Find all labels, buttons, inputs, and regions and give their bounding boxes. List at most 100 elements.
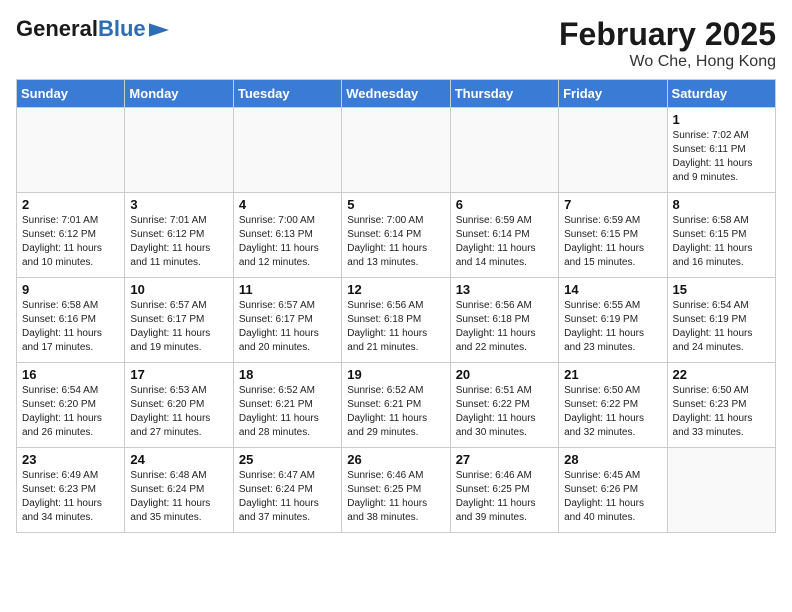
day-number: 28 [564,452,661,467]
day-info: Sunrise: 6:56 AMSunset: 6:18 PMDaylight:… [347,299,444,355]
week-row-1: 1 Sunrise: 7:02 AMSunset: 6:11 PMDaylight… [17,108,776,193]
day-number: 25 [239,452,336,467]
calendar-cell: 7 Sunrise: 6:59 AMSunset: 6:15 PMDaylight… [559,193,667,278]
weekday-header-wednesday: Wednesday [342,80,450,108]
calendar-cell: 9 Sunrise: 6:58 AMSunset: 6:16 PMDaylight… [17,278,125,363]
weekday-header-friday: Friday [559,80,667,108]
day-number: 20 [456,367,553,382]
day-number: 15 [673,282,770,297]
calendar-cell: 12 Sunrise: 6:56 AMSunset: 6:18 PMDayligh… [342,278,450,363]
day-number: 17 [130,367,227,382]
week-row-4: 16 Sunrise: 6:54 AMSunset: 6:20 PMDayligh… [17,363,776,448]
day-info: Sunrise: 6:59 AMSunset: 6:15 PMDaylight:… [564,214,661,270]
day-number: 7 [564,197,661,212]
weekday-header-monday: Monday [125,80,233,108]
day-info: Sunrise: 6:51 AMSunset: 6:22 PMDaylight:… [456,384,553,440]
calendar-cell: 15 Sunrise: 6:54 AMSunset: 6:19 PMDayligh… [667,278,775,363]
calendar-cell [559,108,667,193]
calendar-cell: 11 Sunrise: 6:57 AMSunset: 6:17 PMDayligh… [233,278,341,363]
calendar-cell: 17 Sunrise: 6:53 AMSunset: 6:20 PMDayligh… [125,363,233,448]
day-info: Sunrise: 7:02 AMSunset: 6:11 PMDaylight:… [673,129,770,185]
logo: GeneralBlue [16,16,169,42]
calendar-cell: 28 Sunrise: 6:45 AMSunset: 6:26 PMDayligh… [559,448,667,533]
calendar-cell: 23 Sunrise: 6:49 AMSunset: 6:23 PMDayligh… [17,448,125,533]
calendar-cell: 26 Sunrise: 6:46 AMSunset: 6:25 PMDayligh… [342,448,450,533]
day-number: 27 [456,452,553,467]
day-info: Sunrise: 6:46 AMSunset: 6:25 PMDaylight:… [456,469,553,525]
day-info: Sunrise: 6:50 AMSunset: 6:22 PMDaylight:… [564,384,661,440]
calendar-table: SundayMondayTuesdayWednesdayThursdayFrid… [16,79,776,533]
calendar-cell: 10 Sunrise: 6:57 AMSunset: 6:17 PMDayligh… [125,278,233,363]
day-number: 1 [673,112,770,127]
calendar-cell: 14 Sunrise: 6:55 AMSunset: 6:19 PMDayligh… [559,278,667,363]
day-info: Sunrise: 6:45 AMSunset: 6:26 PMDaylight:… [564,469,661,525]
calendar-cell: 8Sunrise: 6:58 AMSunset: 6:15 PMDaylight… [667,193,775,278]
calendar-cell: 19 Sunrise: 6:52 AMSunset: 6:21 PMDayligh… [342,363,450,448]
calendar-cell: 16 Sunrise: 6:54 AMSunset: 6:20 PMDayligh… [17,363,125,448]
week-row-3: 9 Sunrise: 6:58 AMSunset: 6:16 PMDaylight… [17,278,776,363]
calendar-cell: 4 Sunrise: 7:00 AMSunset: 6:13 PMDaylight… [233,193,341,278]
day-number: 14 [564,282,661,297]
month-title: February 2025 [559,16,776,53]
calendar-cell: 21Sunrise: 6:50 AMSunset: 6:22 PMDayligh… [559,363,667,448]
day-info: Sunrise: 6:49 AMSunset: 6:23 PMDaylight:… [22,469,119,525]
calendar-cell: 25 Sunrise: 6:47 AMSunset: 6:24 PMDayligh… [233,448,341,533]
calendar-cell: 18Sunrise: 6:52 AMSunset: 6:21 PMDayligh… [233,363,341,448]
week-row-5: 23 Sunrise: 6:49 AMSunset: 6:23 PMDayligh… [17,448,776,533]
day-number: 3 [130,197,227,212]
day-number: 2 [22,197,119,212]
calendar-cell: 13 Sunrise: 6:56 AMSunset: 6:18 PMDayligh… [450,278,558,363]
day-number: 6 [456,197,553,212]
day-info: Sunrise: 6:55 AMSunset: 6:19 PMDaylight:… [564,299,661,355]
day-info: Sunrise: 6:50 AMSunset: 6:23 PMDaylight:… [673,384,770,440]
day-info: Sunrise: 7:01 AMSunset: 6:12 PMDaylight:… [130,214,227,270]
day-number: 13 [456,282,553,297]
weekday-header-thursday: Thursday [450,80,558,108]
day-info: Sunrise: 6:59 AMSunset: 6:14 PMDaylight:… [456,214,553,270]
day-info: Sunrise: 6:58 AMSunset: 6:16 PMDaylight:… [22,299,119,355]
day-number: 22 [673,367,770,382]
calendar-cell: 3 Sunrise: 7:01 AMSunset: 6:12 PMDaylight… [125,193,233,278]
calendar-cell: 6 Sunrise: 6:59 AMSunset: 6:14 PMDaylight… [450,193,558,278]
day-number: 11 [239,282,336,297]
day-info: Sunrise: 7:00 AMSunset: 6:13 PMDaylight:… [239,214,336,270]
location-title: Wo Che, Hong Kong [559,53,776,71]
day-info: Sunrise: 6:57 AMSunset: 6:17 PMDaylight:… [130,299,227,355]
day-number: 12 [347,282,444,297]
week-row-2: 2 Sunrise: 7:01 AMSunset: 6:12 PMDaylight… [17,193,776,278]
logo-arrow-icon [149,23,169,37]
day-number: 23 [22,452,119,467]
day-number: 18 [239,367,336,382]
weekday-header-saturday: Saturday [667,80,775,108]
calendar-cell [125,108,233,193]
day-info: Sunrise: 6:53 AMSunset: 6:20 PMDaylight:… [130,384,227,440]
day-info: Sunrise: 6:54 AMSunset: 6:19 PMDaylight:… [673,299,770,355]
calendar-cell [17,108,125,193]
day-number: 19 [347,367,444,382]
day-info: Sunrise: 6:48 AMSunset: 6:24 PMDaylight:… [130,469,227,525]
calendar-cell [450,108,558,193]
day-number: 9 [22,282,119,297]
day-info: Sunrise: 6:56 AMSunset: 6:18 PMDaylight:… [456,299,553,355]
weekday-header-row: SundayMondayTuesdayWednesdayThursdayFrid… [17,80,776,108]
weekday-header-tuesday: Tuesday [233,80,341,108]
calendar-cell: 2 Sunrise: 7:01 AMSunset: 6:12 PMDaylight… [17,193,125,278]
day-number: 4 [239,197,336,212]
calendar-cell: 27 Sunrise: 6:46 AMSunset: 6:25 PMDayligh… [450,448,558,533]
day-info: Sunrise: 6:47 AMSunset: 6:24 PMDaylight:… [239,469,336,525]
calendar-title-block: February 2025 Wo Che, Hong Kong [559,16,776,71]
weekday-header-sunday: Sunday [17,80,125,108]
day-info: Sunrise: 6:46 AMSunset: 6:25 PMDaylight:… [347,469,444,525]
day-number: 10 [130,282,227,297]
calendar-cell: 22 Sunrise: 6:50 AMSunset: 6:23 PMDayligh… [667,363,775,448]
page-header: GeneralBlue February 2025 Wo Che, Hong K… [16,16,776,71]
day-info: Sunrise: 6:54 AMSunset: 6:20 PMDaylight:… [22,384,119,440]
day-info: Sunrise: 6:57 AMSunset: 6:17 PMDaylight:… [239,299,336,355]
day-info: Sunrise: 7:01 AMSunset: 6:12 PMDaylight:… [22,214,119,270]
day-number: 16 [22,367,119,382]
day-number: 26 [347,452,444,467]
day-info: Sunrise: 7:00 AMSunset: 6:14 PMDaylight:… [347,214,444,270]
day-info: Sunrise: 6:52 AMSunset: 6:21 PMDaylight:… [347,384,444,440]
calendar-cell: 5Sunrise: 7:00 AMSunset: 6:14 PMDaylight… [342,193,450,278]
calendar-cell [667,448,775,533]
